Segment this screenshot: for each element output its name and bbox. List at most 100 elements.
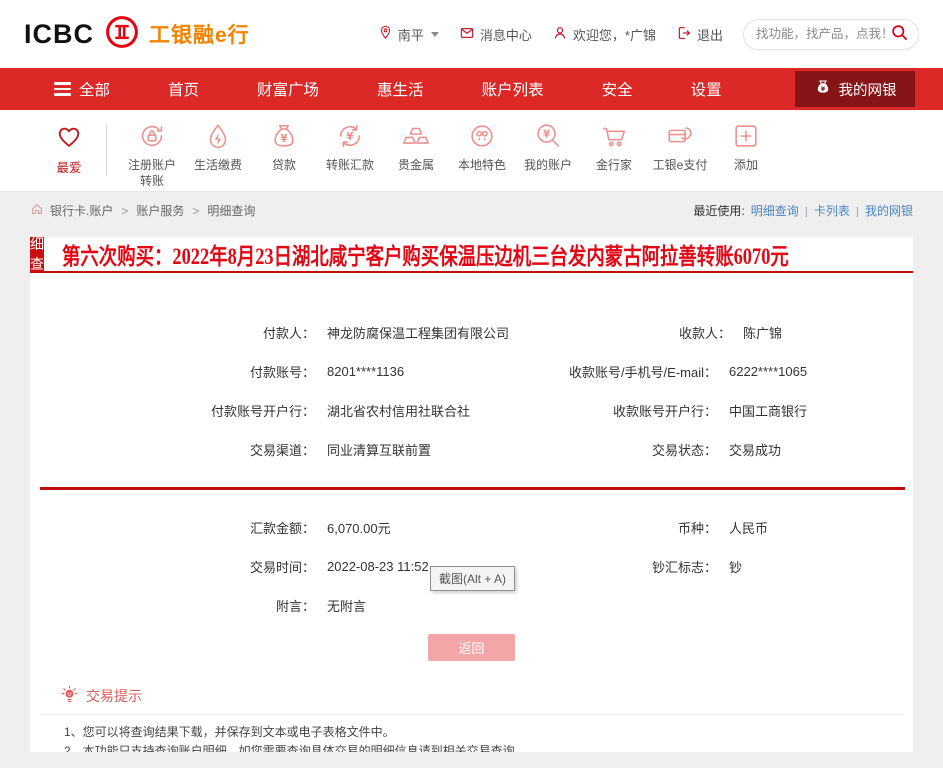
nav-item-all[interactable]: 全部 <box>54 78 110 100</box>
quick-item-remittance[interactable]: ¥ 转账汇款 <box>317 121 383 174</box>
breadcrumb-row: 银行卡.账户 > 账户服务 > 明细查询 最近使用: 明细查询 | 卡列表 | … <box>0 192 943 229</box>
detail-query-panel: 明细查询 第六次购买：2022年8月23日湖北咸宁客户购买保温压边机三台发内蒙古… <box>30 237 913 752</box>
my-ebank-button[interactable]: ¥ 我的网银 <box>795 71 915 107</box>
payer-bank-label: 付款账号开户行： <box>30 401 315 420</box>
remittance-icon: ¥ <box>335 140 365 154</box>
payee-value: 陈广锦 <box>743 323 782 342</box>
search-box[interactable] <box>743 19 919 50</box>
tip-line: 2、本功能只支持查询账户明细，如您需要查询具体交易的明细信息请到相关交易查询。 <box>64 742 903 752</box>
nav-item-home[interactable]: 首页 <box>168 78 199 100</box>
remark-value: 无附言 <box>327 596 366 615</box>
top-header: ICBC 工银融e行 南平 <box>0 0 943 68</box>
recent-link-card-list[interactable]: 卡列表 <box>814 202 850 219</box>
quick-item-local-feature[interactable]: 本地特色 <box>449 121 515 174</box>
payee-account-value: 6222****1065 <box>729 364 807 379</box>
svg-text:¥: ¥ <box>543 128 551 140</box>
quick-item-loan[interactable]: ¥ 贷款 <box>251 121 317 174</box>
field-row: 付款账号开户行： 湖北省农村信用社联合社 收款账号开户行： 中国工商银行 <box>30 391 913 430</box>
message-center-link[interactable]: 消息中心 <box>459 25 532 44</box>
field-row: 付款账号： 8201****1136 收款账号/手机号/E-mail： 6222**… <box>30 352 913 391</box>
bulb-icon <box>60 685 79 707</box>
breadcrumb: 银行卡.账户 > 账户服务 > 明细查询 <box>30 202 255 219</box>
home-icon[interactable] <box>30 202 44 219</box>
logout-link[interactable]: 退出 <box>676 25 723 44</box>
back-button[interactable]: 返回 <box>428 634 515 661</box>
quick-item-my-account[interactable]: ¥ 我的账户 <box>515 121 581 174</box>
payer-value: 神龙防腐保温工程集团有限公司 <box>327 323 509 342</box>
main-nav: 全部 首页 财富广场 惠生活 账户列表 安全 设置 ¥ 我的网银 <box>0 68 943 110</box>
payer-account-label: 付款账号： <box>30 362 315 381</box>
quick-item-epay[interactable]: 工银e支付 <box>647 121 713 174</box>
payee-bank-label: 收款账号开户行： <box>495 401 717 420</box>
remark-label: 附言： <box>30 596 315 615</box>
pipe-separator: | <box>805 204 808 218</box>
quick-item-add[interactable]: 添加 <box>713 121 779 174</box>
user-icon <box>552 25 568 44</box>
brand-wordmark: 工银融e行 <box>149 19 250 49</box>
nav-item-wealth[interactable]: 财富广场 <box>257 78 319 100</box>
nav-item-life[interactable]: 惠生活 <box>377 78 424 100</box>
breadcrumb-part-accounts[interactable]: 银行卡.账户 <box>50 202 113 219</box>
search-icon[interactable] <box>890 23 909 45</box>
gold-expert-icon <box>599 140 629 154</box>
nav-item-accounts[interactable]: 账户列表 <box>482 78 544 100</box>
recent-used-label: 最近使用: <box>693 202 744 219</box>
favorites-item[interactable]: 最爱 <box>40 121 98 176</box>
icbc-logo[interactable]: ICBC 工银融e行 <box>24 14 250 55</box>
payee-account-label: 收款账号/手机号/E-mail： <box>495 362 717 381</box>
svg-text:¥: ¥ <box>820 85 825 93</box>
nav-item-settings[interactable]: 设置 <box>691 78 722 100</box>
welcome-label: 欢迎您，*广锦 <box>573 25 656 44</box>
location-pin-icon <box>378 25 393 43</box>
quick-item-gold-expert[interactable]: 金行家 <box>581 121 647 174</box>
currency-label: 币种： <box>495 518 717 537</box>
cash-flag-value: 钞 <box>729 557 742 576</box>
transaction-headline: 第六次购买：2022年8月23日湖北咸宁客户购买保温压边机三台发内蒙古阿拉善转账… <box>62 237 789 271</box>
currency-value: 人民币 <box>729 518 768 537</box>
breadcrumb-separator: > <box>192 204 199 218</box>
pipe-separator: | <box>856 204 859 218</box>
payer-bank-value: 湖北省农村信用社联合社 <box>327 401 470 420</box>
transaction-tips: 交易提示 1、您可以将查询结果下载，并保存到文本或电子表格文件中。 2、本功能只… <box>30 685 913 752</box>
status-value: 交易成功 <box>729 440 781 459</box>
section-divider <box>40 487 905 490</box>
time-value: 2022-08-23 11:52 <box>327 559 429 574</box>
precious-metal-icon <box>401 140 431 154</box>
location-selector[interactable]: 南平 <box>378 25 439 44</box>
channel-value: 同业清算互联前置 <box>327 440 431 459</box>
search-input[interactable] <box>756 27 890 41</box>
recent-link-detail-query[interactable]: 明细查询 <box>751 202 799 219</box>
tips-title: 交易提示 <box>86 686 142 706</box>
payee-bank-value: 中国工商银行 <box>729 401 807 420</box>
panel-banner: 明细查询 第六次购买：2022年8月23日湖北咸宁客户购买保温压边机三台发内蒙古… <box>30 237 913 273</box>
icbc-ebank-page: ICBC 工银融e行 南平 <box>0 0 943 768</box>
heart-icon <box>54 140 84 154</box>
breadcrumb-part-services[interactable]: 账户服务 <box>136 202 184 219</box>
divider <box>106 124 107 176</box>
breadcrumb-part-detail-query: 明细查询 <box>207 202 255 219</box>
recent-link-my-ebank[interactable]: 我的网银 <box>865 202 913 219</box>
quick-item-precious-metal[interactable]: 贵金属 <box>383 121 449 174</box>
field-row: 付款人：神龙防腐保温工程集团有限公司 收款人：陈广锦 <box>30 313 913 352</box>
loan-icon: ¥ <box>269 140 299 154</box>
quick-access-bar: 最爱 注册账户转账 生活缴费 <box>0 110 943 192</box>
amount-label: 汇款金额： <box>30 518 315 537</box>
icbc-wordmark: ICBC <box>24 19 94 50</box>
quick-item-register-transfer[interactable]: 注册账户转账 <box>119 121 185 189</box>
payer-account-value: 8201****1136 <box>327 364 404 379</box>
quick-item-life-payment[interactable]: 生活缴费 <box>185 121 251 174</box>
favorites-label: 最爱 <box>40 157 98 176</box>
svg-text:¥: ¥ <box>280 133 288 145</box>
add-icon <box>731 140 761 154</box>
user-welcome[interactable]: 欢迎您，*广锦 <box>552 25 656 44</box>
logout-icon <box>676 25 692 44</box>
envelope-icon <box>459 25 475 44</box>
status-label: 交易状态： <box>495 440 717 459</box>
nav-item-security[interactable]: 安全 <box>602 78 633 100</box>
time-label: 交易时间： <box>30 557 315 576</box>
field-row: 附言： 无附言 <box>30 586 913 625</box>
screenshot-tooltip: 截图(Alt + A) <box>430 566 515 591</box>
my-ebank-label: 我的网银 <box>839 79 897 100</box>
local-feature-icon <box>467 140 497 154</box>
tab-detail-query[interactable]: 明细查询 <box>30 237 44 272</box>
